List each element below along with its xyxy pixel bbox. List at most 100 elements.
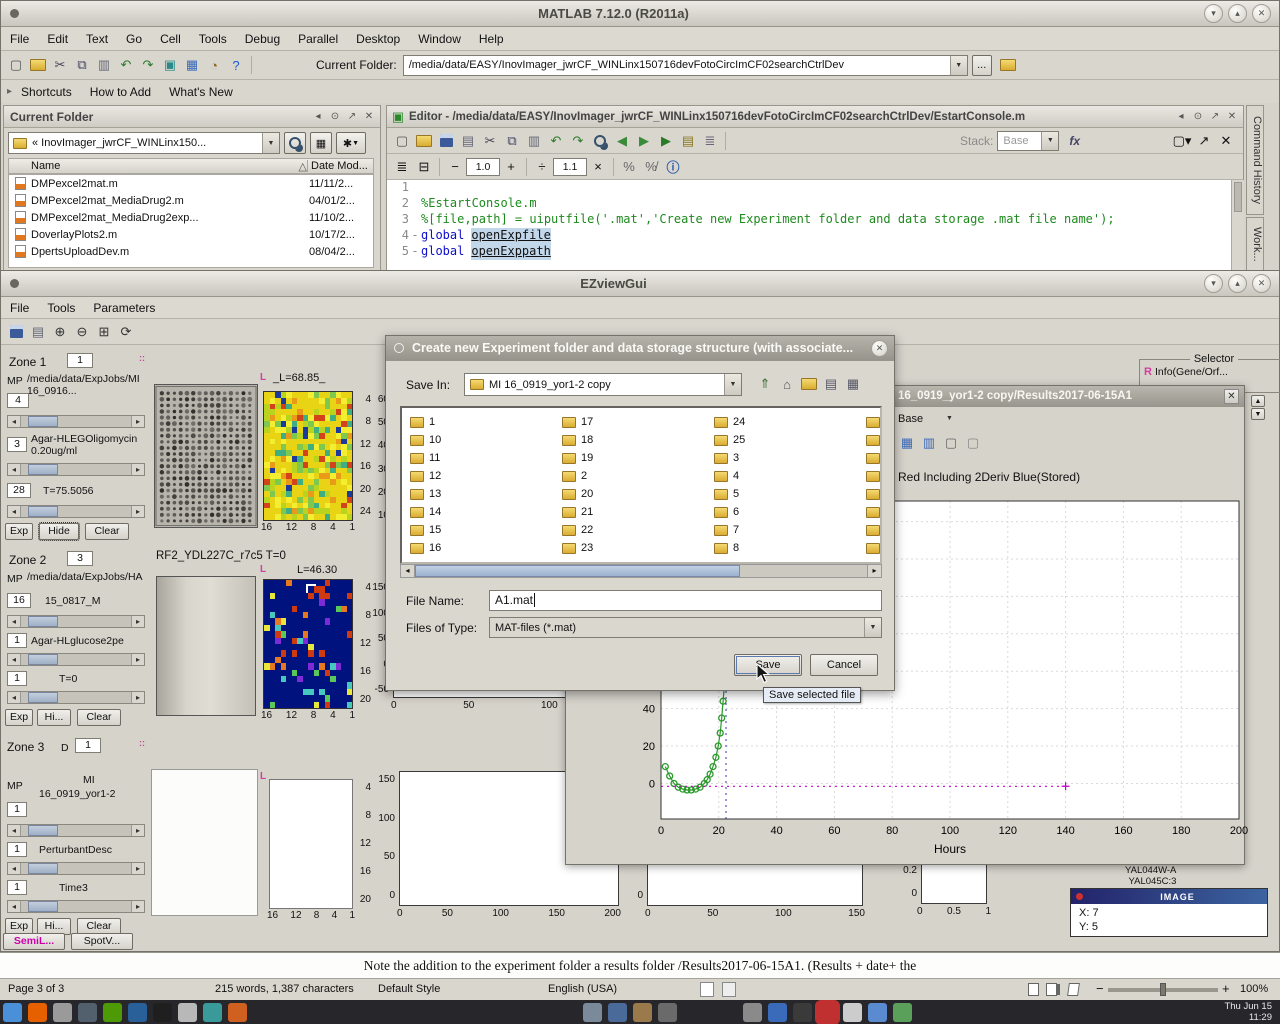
slider-track[interactable] (21, 901, 131, 912)
zone1-time-field[interactable]: 28 (7, 483, 31, 498)
close-icon[interactable]: ✕ (1252, 274, 1271, 293)
slider-left-icon[interactable]: ◂ (8, 616, 21, 627)
selector-r-label[interactable]: R (1144, 366, 1152, 378)
zoom-out-icon[interactable]: ⊖ (72, 322, 92, 342)
shortcut-item[interactable]: What's New (160, 82, 242, 102)
zone2-media-slider[interactable]: ◂▸ (7, 653, 145, 666)
simulink-icon[interactable]: ▣ (160, 55, 180, 75)
slider-track[interactable] (21, 825, 131, 836)
zone1-exp-button[interactable]: Exp (5, 523, 33, 540)
pan-icon[interactable]: ⊞ (94, 322, 114, 342)
zoom-out-icon[interactable]: − (1096, 981, 1104, 996)
app-blue3-icon[interactable] (868, 1003, 887, 1022)
folder-item[interactable]: 3 (714, 449, 745, 467)
folder-item[interactable]: 22 (562, 521, 593, 539)
matlab-titlebar[interactable]: MATLAB 7.12.0 (R2011a) ▾ ▴ ✕ (1, 1, 1279, 27)
close-icon[interactable]: ✕ (1216, 131, 1236, 151)
link-tag-icon[interactable]: L (260, 372, 266, 383)
slider-thumb[interactable] (28, 654, 59, 665)
slider-thumb[interactable] (28, 616, 59, 627)
maximize-icon[interactable]: ▴ (1228, 4, 1247, 23)
shortcut-item[interactable]: Shortcuts (12, 82, 81, 102)
document-strip[interactable]: Note the addition to the experiment fold… (0, 952, 1280, 978)
find-icon[interactable] (590, 131, 610, 151)
maximize-icon[interactable]: ▴ (1228, 274, 1247, 293)
undo-icon[interactable]: ↶ (546, 131, 566, 151)
slider-right-icon[interactable]: ▸ (131, 506, 144, 517)
help-icon[interactable]: ? (226, 55, 246, 75)
files-of-type-combo[interactable]: MAT-files (*.mat) ▼ (489, 617, 882, 638)
zone-handle-icon[interactable]: :: (139, 353, 145, 363)
run-icon[interactable]: ▶ (656, 131, 676, 151)
chevron-down-icon[interactable]: ▼ (1041, 132, 1058, 150)
zoom-level[interactable]: 100% (1240, 983, 1268, 995)
paste-icon[interactable]: ▥ (94, 55, 114, 75)
slider-right-icon[interactable]: ▸ (131, 464, 144, 475)
browse-folder-button[interactable]: ... (972, 55, 992, 76)
spotview-button[interactable]: SpotV... (71, 933, 133, 950)
zone1-plate-field[interactable]: 4 (7, 393, 29, 408)
app-teal-icon[interactable] (203, 1003, 222, 1022)
zone1-hide-button[interactable]: Hide (39, 523, 79, 540)
file-manager-icon[interactable] (53, 1003, 72, 1022)
folder-item[interactable]: 4 (714, 467, 745, 485)
slider-track[interactable] (21, 416, 131, 427)
selector-info[interactable]: Info(Gene/Orf... (1155, 366, 1228, 378)
slider-left-icon[interactable]: ◂ (8, 825, 21, 836)
app-gray-icon[interactable] (178, 1003, 197, 1022)
folder-item[interactable]: 15 (410, 521, 441, 539)
print-icon[interactable]: ▤ (28, 322, 48, 342)
folder-item[interactable]: 10 (410, 431, 441, 449)
slider-right-icon[interactable]: ▸ (131, 616, 144, 627)
menu-item[interactable]: Edit (38, 29, 77, 49)
zone1-index-field[interactable]: 1 (67, 353, 93, 368)
menu-item[interactable]: File (1, 29, 38, 49)
menu-item[interactable]: Parameters (84, 298, 164, 318)
current-folder-panel-header[interactable]: Current Folder ◂ ⊙ ↗ ✕ (4, 106, 380, 128)
scroll-down-icon[interactable]: ▼ (1251, 408, 1265, 420)
link-tag-icon[interactable]: L (260, 771, 266, 782)
save-icon[interactable] (436, 131, 456, 151)
folder-item[interactable]: 6 (714, 503, 745, 521)
files-of-type-value[interactable]: MAT-files (*.mat) (490, 622, 864, 634)
folder-item[interactable]: 23 (562, 539, 593, 557)
zone3-media-field[interactable]: 1 (7, 842, 27, 857)
zone3-time-field[interactable]: 1 (7, 880, 27, 895)
slider-left-icon[interactable]: ◂ (8, 654, 21, 665)
command-history-tab[interactable]: Command History (1246, 105, 1264, 215)
terminal-icon[interactable] (153, 1003, 172, 1022)
slider-left-icon[interactable]: ◂ (8, 416, 21, 427)
panel-icon[interactable]: ▢ (941, 433, 961, 453)
folder-item[interactable]: 11 (410, 449, 441, 467)
increase-indent-icon[interactable]: + (501, 157, 521, 177)
page-icon[interactable]: ▢ (963, 433, 983, 453)
back-icon[interactable]: ◀ (612, 131, 632, 151)
info-icon[interactable]: ⓘ (663, 157, 683, 177)
slider-thumb[interactable] (28, 506, 59, 517)
link-tag-icon[interactable]: L (260, 564, 266, 575)
zone1-plate-image[interactable] (154, 384, 258, 528)
workspace-tab[interactable]: Work... (1246, 217, 1264, 271)
file-row[interactable]: DoverlayPlots2.m 10/17/2... (9, 226, 373, 243)
open-icon[interactable] (28, 55, 48, 75)
paste-icon[interactable]: ▥ (524, 131, 544, 151)
app-green2-icon[interactable] (893, 1003, 912, 1022)
slider-thumb[interactable] (28, 416, 59, 427)
slider-left-icon[interactable]: ◂ (8, 464, 21, 475)
menu-item[interactable]: File (1, 298, 38, 318)
text-editor-icon[interactable] (78, 1003, 97, 1022)
percent-icon[interactable]: % (619, 157, 639, 177)
code-area[interactable]: 1 2 %EstartConsole.m 3 (387, 180, 1231, 270)
scroll-right-icon[interactable]: ▸ (867, 565, 881, 577)
slider-right-icon[interactable]: ▸ (131, 863, 144, 874)
folder-list-hscrollbar[interactable]: ◂ ▸ (400, 564, 882, 578)
print-icon[interactable]: ▤ (458, 131, 478, 151)
document-modified-icon[interactable] (722, 982, 736, 997)
single-page-view-icon[interactable] (1028, 983, 1039, 996)
folder-item[interactable]: 8 (714, 539, 745, 557)
window-menu-icon[interactable] (10, 279, 19, 288)
close-icon[interactable]: ✕ (1225, 111, 1239, 122)
slider-thumb[interactable] (28, 901, 59, 912)
search-button[interactable] (284, 132, 306, 154)
new-icon[interactable]: ▢ (392, 131, 412, 151)
